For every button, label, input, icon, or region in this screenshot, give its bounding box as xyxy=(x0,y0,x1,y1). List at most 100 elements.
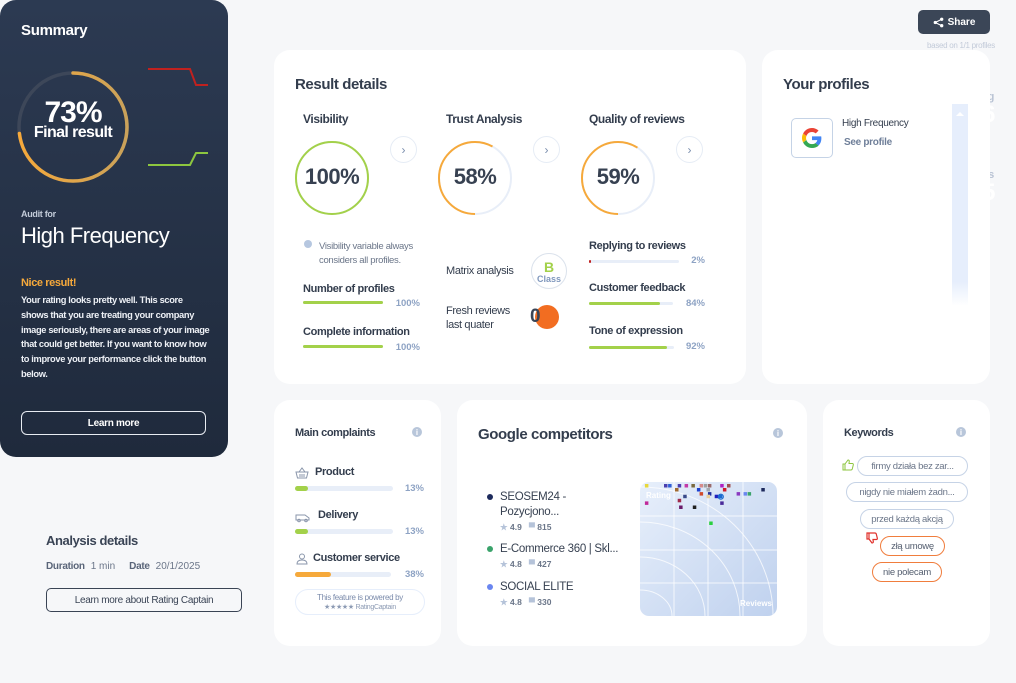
scroll-up-icon[interactable] xyxy=(956,112,964,116)
share-button[interactable]: Share xyxy=(918,10,990,34)
bar-fill xyxy=(295,486,308,491)
scatter-point[interactable] xyxy=(677,484,682,488)
trust-details-button[interactable]: › xyxy=(533,136,560,163)
star-icon: ★ xyxy=(500,597,508,607)
quality-of-reviews-title: Quality of reviews xyxy=(589,112,685,126)
date-label: Date xyxy=(129,561,150,572)
scatter-point[interactable] xyxy=(679,505,683,510)
keyword-chip-negative[interactable]: złą umowę xyxy=(880,536,945,556)
scatter-point[interactable] xyxy=(664,484,668,488)
plot-grid xyxy=(640,482,777,616)
learn-more-rating-captain-button[interactable]: Learn more about Rating Captain xyxy=(46,588,242,612)
info-icon[interactable]: i xyxy=(956,427,966,437)
scatter-point[interactable] xyxy=(706,488,711,492)
scatter-point[interactable] xyxy=(743,492,748,496)
chevron-right-icon: › xyxy=(401,142,406,157)
quality-details-button[interactable]: › xyxy=(676,136,703,163)
competitor-item[interactable]: SOCIAL ELITE ★ 4.8 ▀ 330 xyxy=(487,580,627,608)
info-icon[interactable]: i xyxy=(773,428,783,438)
google-competitors-title: Google competitors xyxy=(478,426,613,443)
class-letter: B xyxy=(543,259,555,275)
complaint-percent: 13% xyxy=(404,526,424,537)
comment-icon: ▀ xyxy=(528,597,535,607)
scatter-point[interactable] xyxy=(761,488,765,492)
scatter-point[interactable] xyxy=(692,505,697,510)
share-icon xyxy=(933,17,943,27)
scatter-point[interactable] xyxy=(699,484,704,488)
scatter-point[interactable] xyxy=(709,521,713,526)
competitor-color-dot xyxy=(487,546,493,552)
competitor-item[interactable]: SEOSEM24 - Pozycjono... ★ 4.9 ▀ 815 xyxy=(487,490,627,533)
bar-percent: 2% xyxy=(691,255,705,266)
audit-for-label: Audit for xyxy=(21,209,56,219)
scatter-point[interactable] xyxy=(747,492,752,496)
profiles-scrollbar[interactable] xyxy=(952,104,968,306)
your-profiles-title: Your profiles xyxy=(783,76,870,93)
google-profile-logo[interactable] xyxy=(791,118,833,158)
competitor-scatter-plot: Rating Reviews xyxy=(640,482,777,616)
scatter-point[interactable] xyxy=(703,484,708,488)
scatter-point[interactable] xyxy=(706,494,711,499)
reviews-trend-line xyxy=(148,152,208,166)
based-on-text: based on 1/1 profiles xyxy=(927,41,995,50)
number-of-profiles-bar xyxy=(303,301,383,304)
delivery-bar xyxy=(295,529,393,534)
scatter-point[interactable] xyxy=(691,484,695,488)
scatter-point[interactable] xyxy=(675,488,679,492)
scatter-point[interactable] xyxy=(683,494,687,499)
fresh-reviews-badge: 0 xyxy=(530,305,559,329)
competitor-item[interactable]: E-Commerce 360 | Skl... ★ 4.8 ▀ 427 xyxy=(487,542,627,570)
scatter-point[interactable] xyxy=(727,484,731,488)
bar-percent: 84% xyxy=(685,298,705,309)
customer-feedback-bar xyxy=(589,302,673,305)
matrix-class-badge: B Class xyxy=(531,253,567,289)
result-details-title: Result details xyxy=(295,76,387,93)
keyword-chip-positive[interactable]: nigdy nie miałem żadn... xyxy=(846,482,968,502)
info-icon[interactable]: i xyxy=(412,427,422,437)
see-profile-link[interactable]: See profile xyxy=(844,137,892,148)
scatter-point[interactable] xyxy=(677,498,682,503)
learn-more-button[interactable]: Learn more xyxy=(21,411,206,435)
scatter-point[interactable] xyxy=(668,484,672,488)
analysis-details-row: Duration 1 min Date 20/1/2025 xyxy=(46,561,200,572)
final-result-label: Final result xyxy=(33,124,113,141)
scatter-point[interactable] xyxy=(722,488,727,492)
class-word: Class xyxy=(536,274,562,284)
visibility-details-button[interactable]: › xyxy=(390,136,417,163)
bar-percent: 92% xyxy=(685,341,705,352)
scatter-point[interactable] xyxy=(736,492,741,496)
bar-label: Tone of expression xyxy=(589,325,683,337)
visibility-note: Visibility variable always considers all… xyxy=(319,241,413,266)
keyword-chip-positive[interactable]: firmy działa bez zar... xyxy=(857,456,968,476)
scatter-point[interactable] xyxy=(699,492,704,496)
scatter-point[interactable] xyxy=(644,484,649,488)
scatter-point[interactable] xyxy=(720,501,724,505)
scatter-point[interactable] xyxy=(696,488,701,492)
main-complaints-card: Main complaints i Product 13% Delivery 1… xyxy=(274,400,441,646)
competitor-reviews: 427 xyxy=(537,559,552,569)
replying-bar xyxy=(589,260,679,263)
powered-by-badge: This feature is powered by ★★★★★ RatingC… xyxy=(295,589,425,615)
competitor-reviews: 330 xyxy=(537,597,552,607)
scatter-point[interactable] xyxy=(707,484,712,488)
scatter-point[interactable] xyxy=(720,484,724,488)
scatter-point[interactable] xyxy=(714,494,719,499)
verdict-title: Nice result! xyxy=(21,277,77,289)
keyword-chip-positive[interactable]: przed każdą akcją xyxy=(860,509,954,529)
keyword-chip-negative[interactable]: nie polecam xyxy=(872,562,942,582)
complaint-percent: 38% xyxy=(404,569,424,580)
competitor-name: SEOSEM24 - Pozycjono... xyxy=(500,491,567,518)
competitor-name: E-Commerce 360 | Skl... xyxy=(500,543,619,555)
basket-icon xyxy=(295,467,309,479)
customer-service-bar xyxy=(295,572,391,577)
duration-value: 1 min xyxy=(90,561,116,572)
date-value: 20/1/2025 xyxy=(155,561,201,572)
competitor-reviews: 815 xyxy=(537,522,552,532)
comment-icon: ▀ xyxy=(528,522,535,532)
bar-fill xyxy=(295,529,308,534)
info-dot-icon xyxy=(304,240,312,248)
rating-trend-line xyxy=(148,68,208,86)
scatter-point[interactable] xyxy=(684,484,689,488)
scatter-point[interactable] xyxy=(644,501,649,505)
visibility-title: Visibility xyxy=(303,112,349,126)
